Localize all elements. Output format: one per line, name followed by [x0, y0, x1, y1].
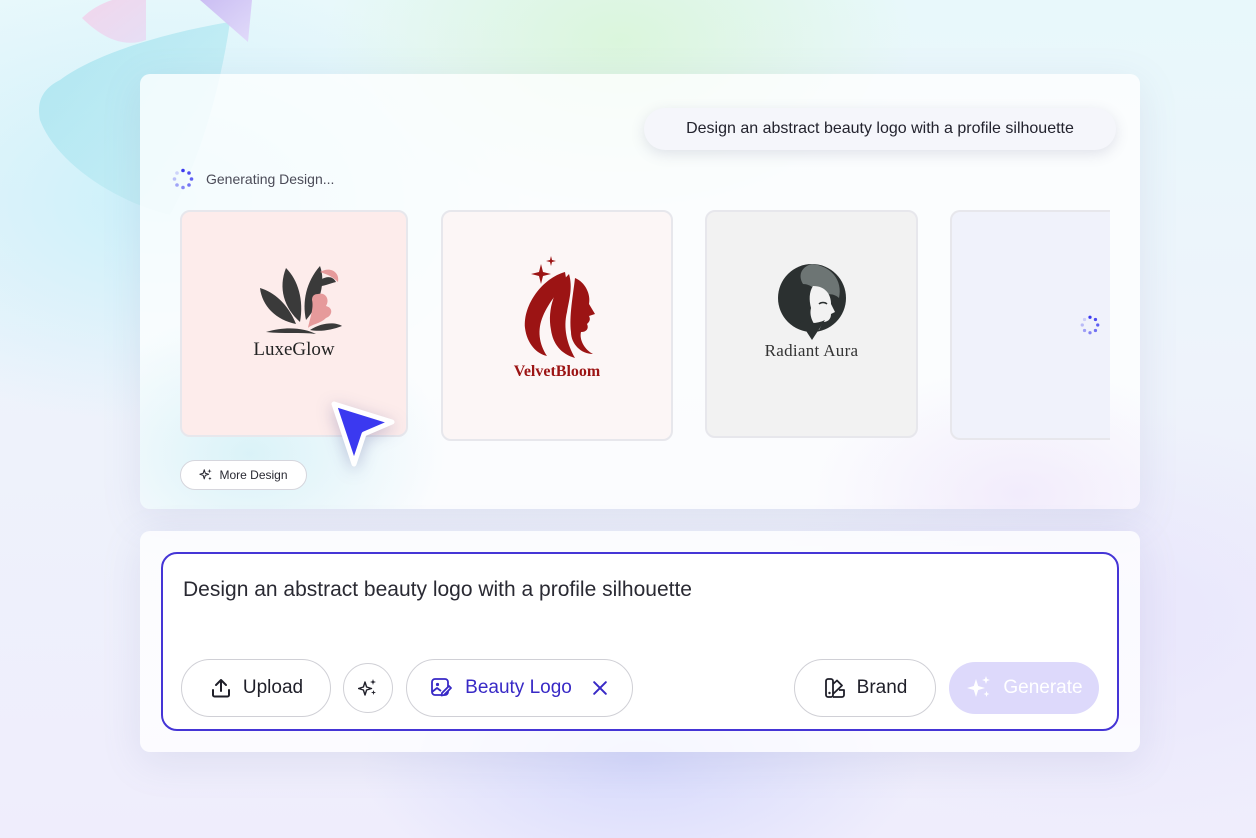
brand-label: Brand [856, 677, 908, 698]
magic-enhance-button[interactable] [343, 663, 393, 713]
spinner-icon [1080, 315, 1100, 335]
design-brand-name: Radiant Aura [764, 341, 859, 360]
design-card-loading [950, 210, 1110, 440]
generate-label: Generate [1003, 677, 1083, 698]
prompt-input[interactable]: Design an abstract beauty logo with a pr… [161, 552, 1119, 731]
more-design-label: More Design [219, 468, 288, 482]
style-tag-chip[interactable]: Beauty Logo [406, 659, 633, 717]
image-edit-icon [431, 678, 453, 697]
flowing-hair-profile-logo [524, 256, 595, 358]
style-tag-label: Beauty Logo [465, 677, 572, 698]
sparkle-icon [199, 468, 213, 481]
upload-icon [211, 679, 230, 698]
prompt-text[interactable]: Design an abstract beauty logo with a pr… [183, 578, 692, 602]
upload-label: Upload [242, 677, 304, 698]
palette-swatch-icon [824, 678, 845, 698]
more-design-button[interactable]: More Design [180, 460, 307, 490]
user-prompt-bubble: Design an abstract beauty logo with a pr… [644, 108, 1116, 150]
circle-face-profile-logo [778, 264, 846, 340]
generation-status: Generating Design... [172, 168, 335, 190]
design-brand-name: VelvetBloom [513, 363, 601, 380]
design-brand-name: LuxeGlow [253, 339, 335, 360]
upload-button[interactable]: Upload [181, 659, 331, 717]
status-label: Generating Design... [206, 171, 335, 187]
results-panel: Design an abstract beauty logo with a pr… [140, 74, 1140, 509]
spinner-icon [172, 168, 194, 190]
design-card-radiant-aura[interactable]: Radiant Aura [705, 210, 918, 438]
pointer-cursor-icon [331, 401, 395, 467]
generate-button[interactable]: Generate [949, 662, 1099, 714]
brand-button[interactable]: Brand [794, 659, 936, 717]
sparkle-icon [358, 679, 376, 696]
sparkle-icon [967, 676, 991, 697]
composer-panel: Design an abstract beauty logo with a pr… [140, 531, 1140, 752]
design-card-velvetbloom[interactable]: VelvetBloom [441, 210, 673, 441]
close-icon[interactable] [590, 678, 610, 698]
